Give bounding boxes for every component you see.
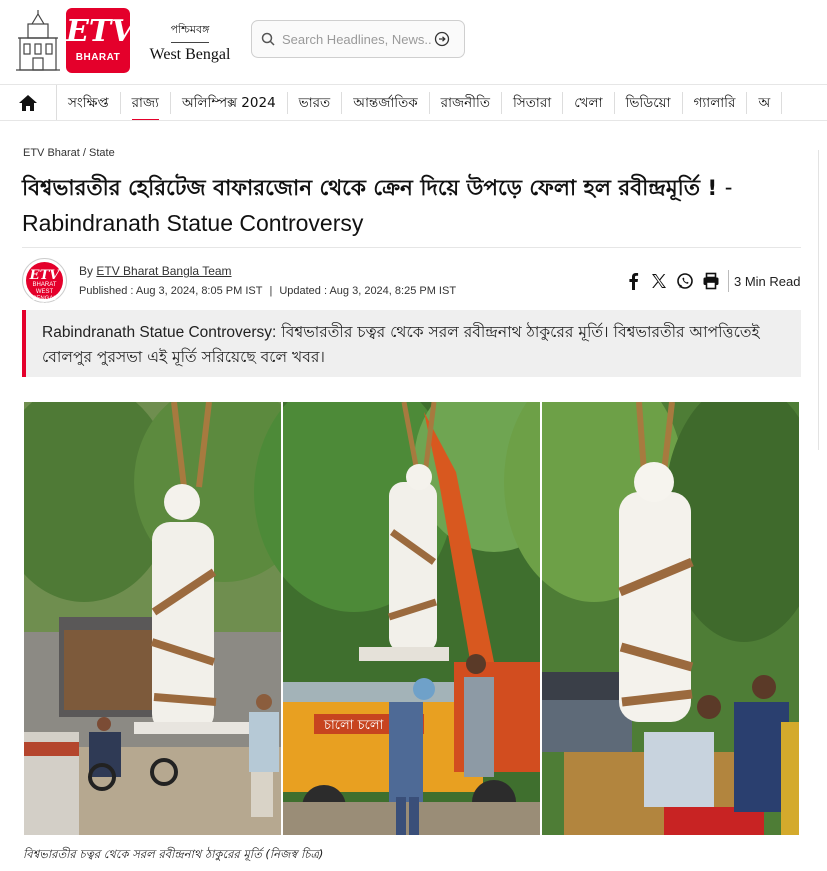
logo-text: ETV (66, 14, 135, 49)
site-header: ETV BHARAT পশ্চিমবঙ্গ West Bengal (0, 0, 827, 84)
article-photo[interactable]: চালো চলো (24, 402, 799, 835)
nav-item-sitara[interactable]: সিতারা (502, 91, 564, 114)
nav-item-more[interactable]: অ (747, 91, 783, 114)
whatsapp-share-button[interactable] (674, 270, 696, 292)
photo-panel-3 (504, 402, 799, 835)
article-headline: বিশ্বভারতীর হেরিটেজ বাফারজোন থেকে ক্রেন … (22, 170, 792, 242)
breadcrumb[interactable]: ETV Bharat / State (23, 147, 115, 159)
article-dates: Published : Aug 3, 2024, 8:05 PM IST | Upd… (79, 285, 456, 297)
truck-text: চালো চলো (323, 718, 384, 733)
updated-date: Updated : Aug 3, 2024, 8:25 PM IST (279, 285, 457, 297)
nav-item-international[interactable]: আন্তর্জাতিক (342, 91, 430, 114)
search-box (251, 20, 465, 58)
etv-bharat-logo[interactable]: ETV BHARAT (66, 8, 135, 73)
facebook-icon (629, 273, 639, 290)
avatar-line3: WEST BENGAL (32, 289, 57, 302)
print-icon (703, 272, 719, 290)
nav-item-politics[interactable]: রাজনীতি (430, 91, 503, 114)
logo-subtext: BHARAT (75, 52, 121, 63)
byline-prefix: By (79, 264, 94, 278)
read-time: 3 Min Read (734, 273, 801, 289)
search-icon (261, 32, 275, 46)
nav-item-sankshipta[interactable]: সংক্ষিপ্ত (57, 91, 121, 114)
go-arrow-icon[interactable] (434, 31, 450, 47)
heritage-building-icon (16, 10, 60, 71)
avatar-line4: DESK (36, 303, 53, 309)
published-date: Published : Aug 3, 2024, 8:05 PM IST (79, 285, 263, 297)
share-bar: 3 Min Read (622, 270, 800, 292)
headline-bn: বিশ্বভারতীর হেরিটেজ বাফারজোন থেকে ক্রেন … (22, 176, 718, 201)
byline: By ETV Bharat Bangla Team (79, 264, 232, 278)
date-separator: | (269, 285, 273, 297)
edition-selector[interactable]: পশ্চিমবঙ্গ West Bengal (142, 20, 238, 64)
search-input[interactable] (282, 31, 432, 47)
nav-item-bharat[interactable]: ভারত (288, 91, 343, 114)
avatar-logo: ETV BHARAT WEST BENGAL DESK (26, 262, 63, 309)
nav-item-rajya[interactable]: রাজ্য (121, 91, 171, 120)
author-link[interactable]: ETV Bharat Bangla Team (96, 264, 231, 278)
whatsapp-icon (677, 273, 693, 289)
edition-en-label: West Bengal (149, 46, 231, 63)
home-icon (19, 94, 37, 111)
nav-item-sports[interactable]: খেলা (563, 91, 615, 114)
nav-item-olympics[interactable]: অলিম্পিক্স 2024 (171, 91, 288, 114)
summary-en: Rabindranath Statue Controversy: (42, 324, 277, 341)
avatar-line2: BHARAT (32, 282, 57, 288)
author-avatar[interactable]: ETV BHARAT WEST BENGAL DESK (22, 258, 67, 309)
article-summary: Rabindranath Statue Controversy: বিশ্বভা… (22, 310, 801, 377)
main-nav: সংক্ষিপ্ত রাজ্য অলিম্পিক্স 2024 ভারত আন্… (0, 84, 827, 121)
nav-item-gallery[interactable]: গ্যালারি (683, 91, 748, 114)
avatar-line1: ETV (29, 268, 60, 283)
facebook-share-button[interactable] (622, 270, 644, 292)
nav-item-video[interactable]: ভিডিয়ো (615, 91, 683, 114)
x-icon (652, 274, 666, 288)
photo-caption: বিশ্বভারতীর চত্বর থেকে সরল রবীন্দ্রনাথ ঠ… (23, 847, 324, 861)
divider (22, 247, 801, 248)
photo-collage: চালো চলো (24, 402, 799, 835)
share-divider (728, 270, 729, 292)
x-share-button[interactable] (648, 270, 670, 292)
scrollbar-rail[interactable] (818, 150, 827, 450)
edition-bn-label: পশ্চিমবঙ্গ (170, 21, 210, 43)
print-button[interactable] (700, 270, 722, 292)
home-button[interactable] (0, 85, 57, 120)
